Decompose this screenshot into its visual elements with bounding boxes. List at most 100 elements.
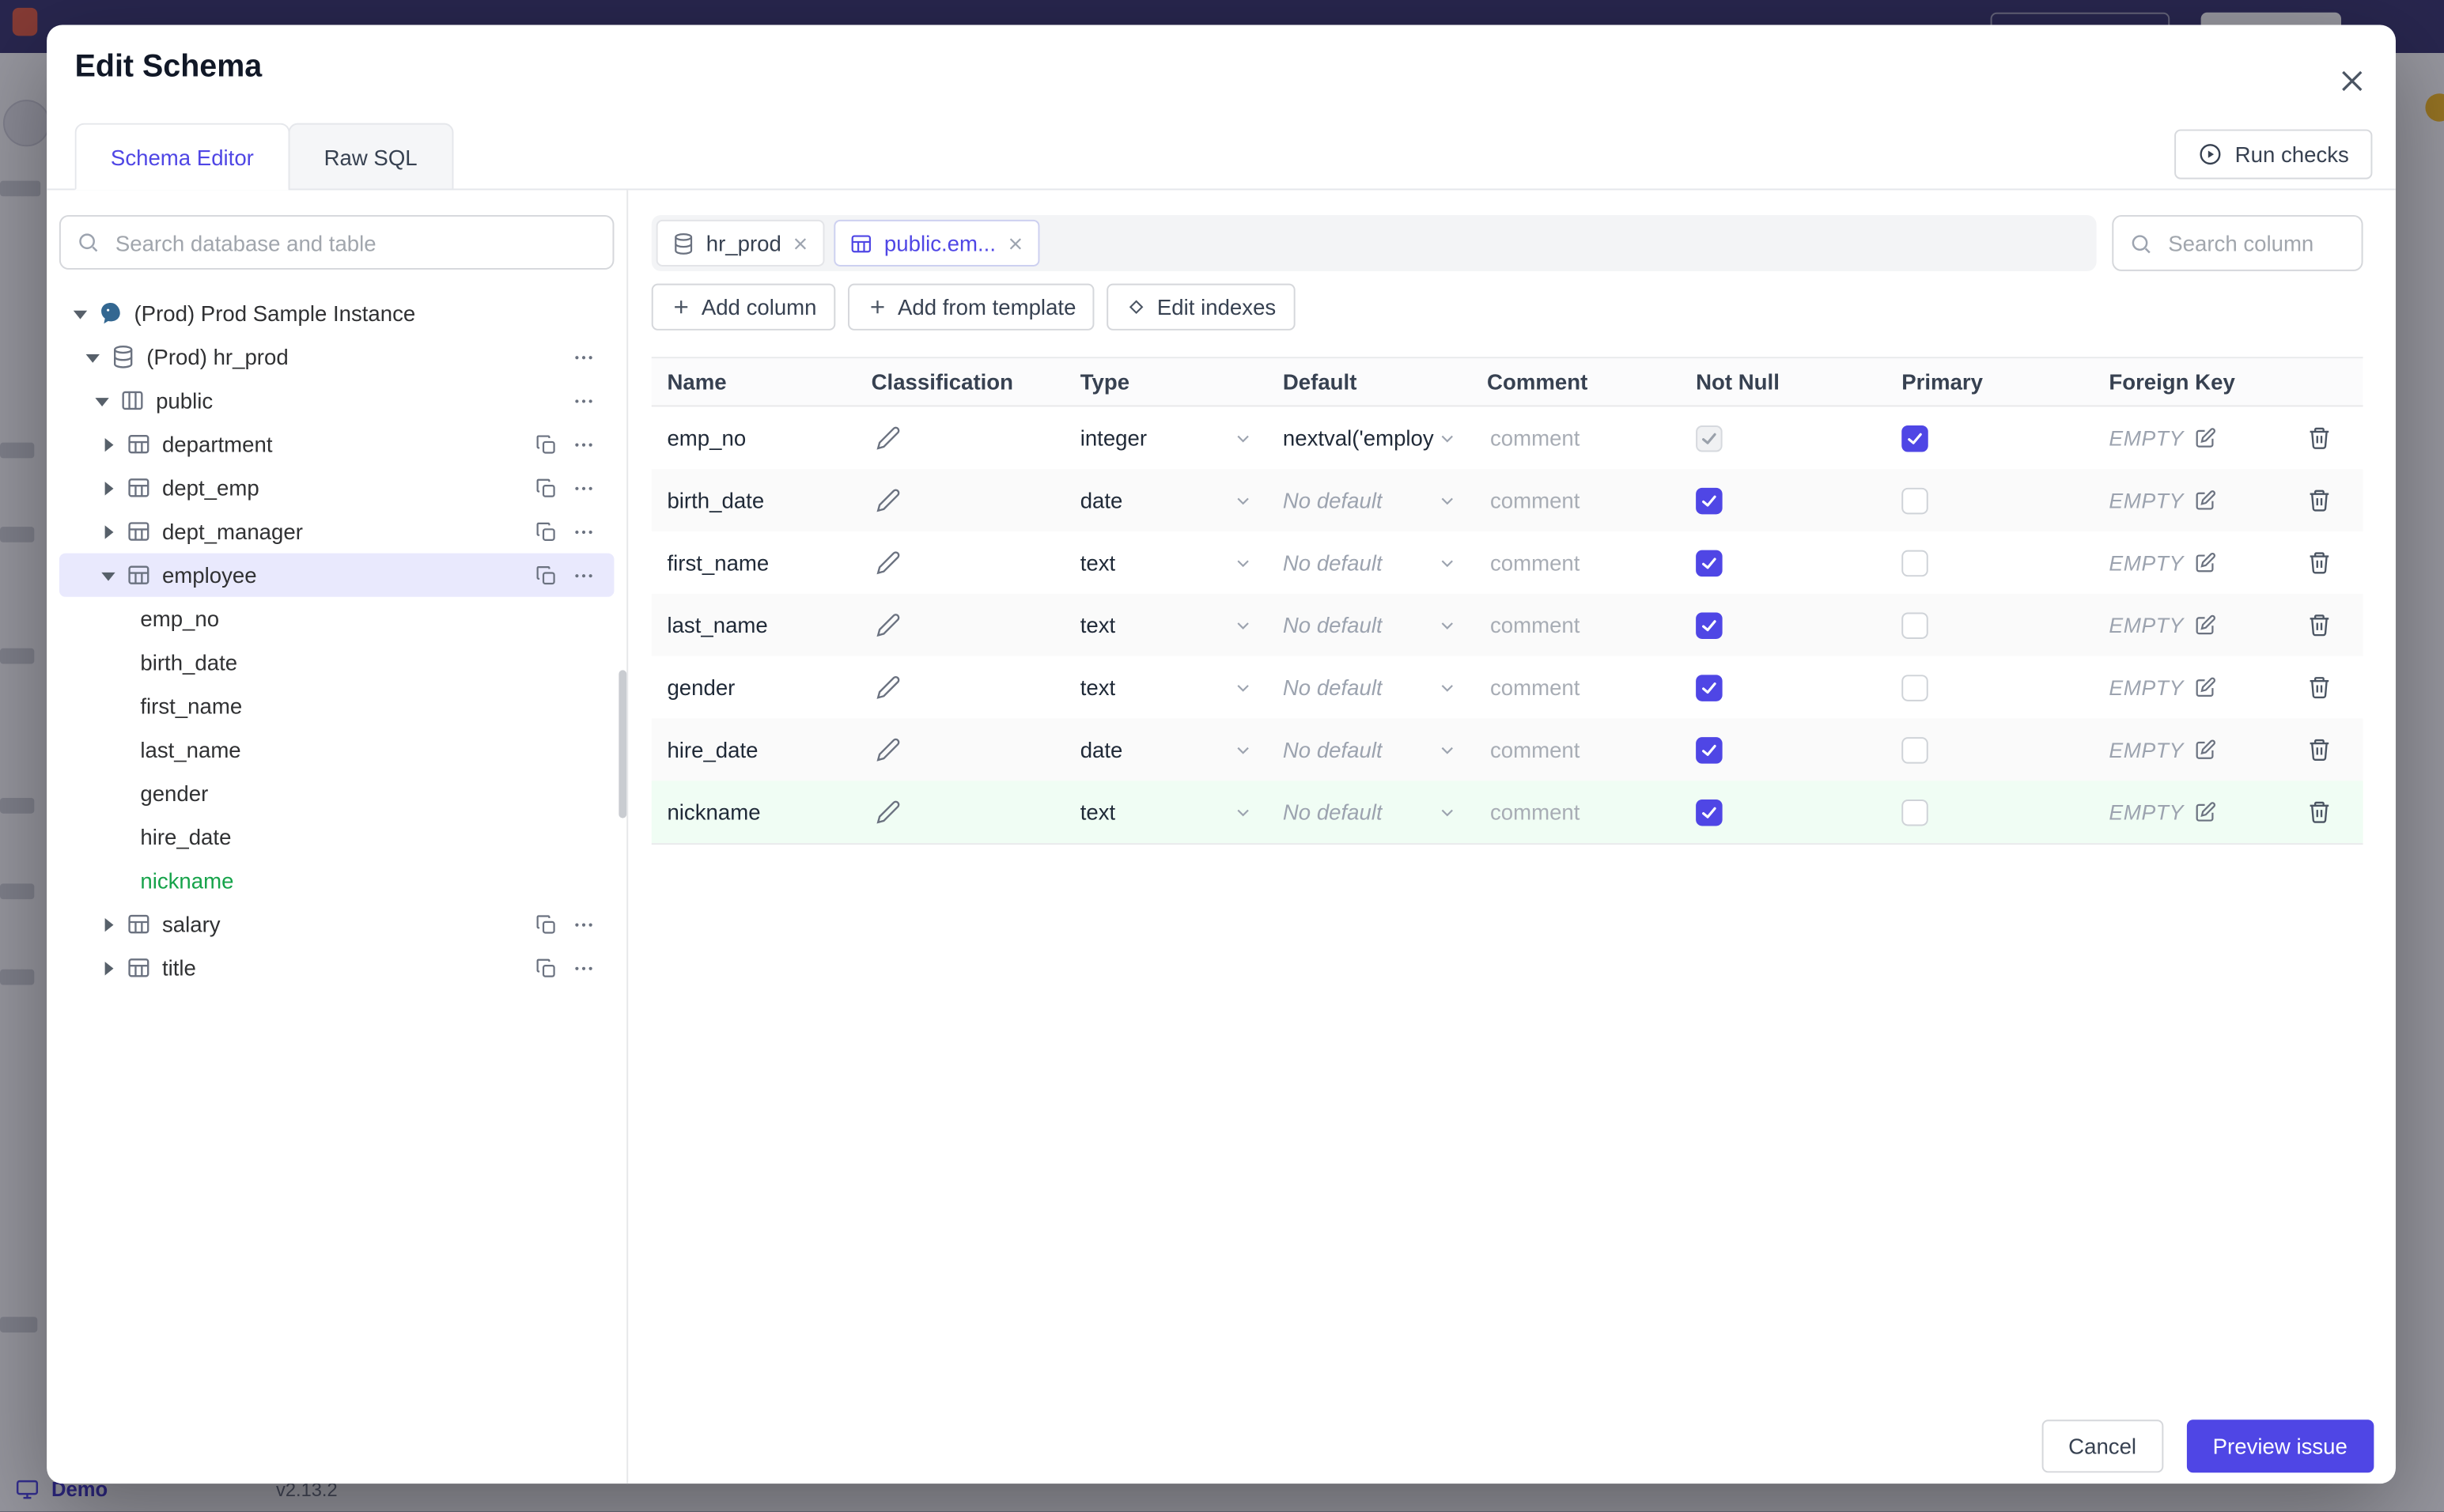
column-name[interactable]: last_name (652, 612, 856, 637)
primary-checkbox[interactable] (1901, 425, 1928, 452)
delete-column-icon[interactable] (2307, 550, 2332, 576)
default-select[interactable]: No default (1267, 550, 1471, 575)
caret-down-icon[interactable] (93, 392, 111, 410)
copy-icon[interactable] (535, 913, 558, 936)
default-select[interactable]: No default (1267, 737, 1471, 762)
classification-edit-icon[interactable] (876, 488, 902, 513)
copy-icon[interactable] (535, 433, 558, 456)
classification-edit-icon[interactable] (876, 737, 902, 762)
tree-item-department[interactable]: department (59, 422, 615, 466)
tree-item-instance[interactable]: (Prod) Prod Sample Instance (59, 292, 615, 335)
tree-item-salary[interactable]: salary (59, 902, 615, 946)
default-select[interactable]: No default (1267, 488, 1471, 512)
copy-icon[interactable] (535, 956, 558, 980)
more-icon[interactable] (572, 433, 596, 456)
delete-column-icon[interactable] (2307, 488, 2332, 513)
default-select[interactable]: No default (1267, 799, 1471, 825)
close-tab-icon[interactable] (1007, 235, 1024, 252)
default-select[interactable]: No default (1267, 612, 1471, 637)
delete-column-icon[interactable] (2307, 799, 2332, 825)
type-select[interactable]: text (1065, 675, 1267, 700)
comment-input[interactable] (1487, 797, 1681, 826)
tree-item-title[interactable]: title (59, 946, 615, 989)
type-select[interactable]: text (1065, 612, 1267, 637)
classification-edit-icon[interactable] (876, 675, 902, 700)
default-select[interactable]: No default (1267, 675, 1471, 700)
comment-input[interactable] (1487, 486, 1681, 515)
tab-chip-hr-prod[interactable]: hr_prod (656, 219, 826, 266)
column-search-input[interactable] (2165, 229, 2346, 258)
column-name[interactable]: birth_date (652, 488, 856, 513)
tree-column-hire-date[interactable]: hire_date (59, 815, 615, 859)
more-icon[interactable] (572, 956, 596, 980)
tab-chip-public-employee[interactable]: public.em... (834, 219, 1040, 266)
caret-right-icon[interactable] (100, 916, 117, 933)
column-name[interactable]: hire_date (652, 737, 856, 762)
tab-raw-sql[interactable]: Raw SQL (288, 123, 453, 191)
comment-input[interactable] (1487, 424, 1681, 452)
cancel-button[interactable]: Cancel (2041, 1419, 2163, 1473)
tree-column-last-name[interactable]: last_name (59, 728, 615, 771)
column-name[interactable]: gender (652, 675, 856, 700)
caret-down-icon[interactable] (100, 566, 117, 584)
primary-checkbox[interactable] (1901, 736, 1928, 763)
type-select[interactable]: date (1065, 737, 1267, 762)
type-select[interactable]: text (1065, 799, 1267, 825)
tree-item-dept-manager[interactable]: dept_manager (59, 509, 615, 553)
primary-checkbox[interactable] (1901, 486, 1928, 514)
tree-column-nickname[interactable]: nickname (59, 859, 615, 902)
edit-foreign-key-icon[interactable] (2193, 675, 2217, 699)
more-icon[interactable] (572, 476, 596, 500)
tree-column-emp-no[interactable]: emp_no (59, 597, 615, 641)
more-icon[interactable] (572, 563, 596, 587)
caret-right-icon[interactable] (100, 959, 117, 977)
classification-edit-icon[interactable] (876, 550, 902, 576)
caret-right-icon[interactable] (100, 523, 117, 540)
edit-foreign-key-icon[interactable] (2193, 800, 2217, 824)
not-null-checkbox[interactable] (1696, 674, 1723, 701)
edit-foreign-key-icon[interactable] (2193, 613, 2217, 637)
more-icon[interactable] (572, 913, 596, 936)
more-icon[interactable] (572, 389, 596, 413)
column-name[interactable]: nickname (652, 799, 856, 825)
tree-item-employee[interactable]: employee (59, 553, 615, 597)
not-null-checkbox[interactable] (1696, 798, 1723, 826)
tree-item-hr-prod[interactable]: (Prod) hr_prod (59, 335, 615, 379)
add-column-button[interactable]: Add column (651, 283, 836, 331)
classification-edit-icon[interactable] (876, 799, 902, 825)
edit-foreign-key-icon[interactable] (2193, 738, 2217, 762)
type-select[interactable]: date (1065, 488, 1267, 512)
comment-input[interactable] (1487, 673, 1681, 701)
classification-edit-icon[interactable] (876, 425, 902, 451)
tree-item-public-schema[interactable]: public (59, 379, 615, 422)
edit-foreign-key-icon[interactable] (2193, 426, 2217, 450)
caret-right-icon[interactable] (100, 436, 117, 453)
tree-search[interactable] (59, 214, 615, 270)
add-from-template-button[interactable]: Add from template (847, 283, 1095, 331)
tab-schema-editor[interactable]: Schema Editor (74, 123, 290, 191)
caret-down-icon[interactable] (84, 348, 101, 365)
more-icon[interactable] (572, 520, 596, 543)
edit-foreign-key-icon[interactable] (2193, 489, 2217, 512)
primary-checkbox[interactable] (1901, 798, 1928, 826)
edit-foreign-key-icon[interactable] (2193, 551, 2217, 575)
caret-right-icon[interactable] (100, 479, 117, 497)
column-search[interactable] (2112, 214, 2363, 271)
column-name[interactable]: first_name (652, 550, 856, 576)
primary-checkbox[interactable] (1901, 611, 1928, 639)
copy-icon[interactable] (535, 520, 558, 543)
tree-scrollbar[interactable] (619, 670, 627, 818)
delete-column-icon[interactable] (2307, 612, 2332, 637)
copy-icon[interactable] (535, 563, 558, 587)
close-tab-icon[interactable] (793, 235, 810, 252)
type-select[interactable]: integer (1065, 425, 1267, 451)
type-select[interactable]: text (1065, 550, 1267, 575)
comment-input[interactable] (1487, 610, 1681, 639)
edit-indexes-button[interactable]: Edit indexes (1107, 283, 1295, 331)
tree-search-input[interactable] (112, 228, 597, 257)
delete-column-icon[interactable] (2307, 675, 2332, 700)
default-select[interactable]: nextval('employ (1267, 425, 1471, 451)
tree-column-first-name[interactable]: first_name (59, 684, 615, 728)
column-name[interactable]: emp_no (652, 425, 856, 451)
primary-checkbox[interactable] (1901, 674, 1928, 701)
